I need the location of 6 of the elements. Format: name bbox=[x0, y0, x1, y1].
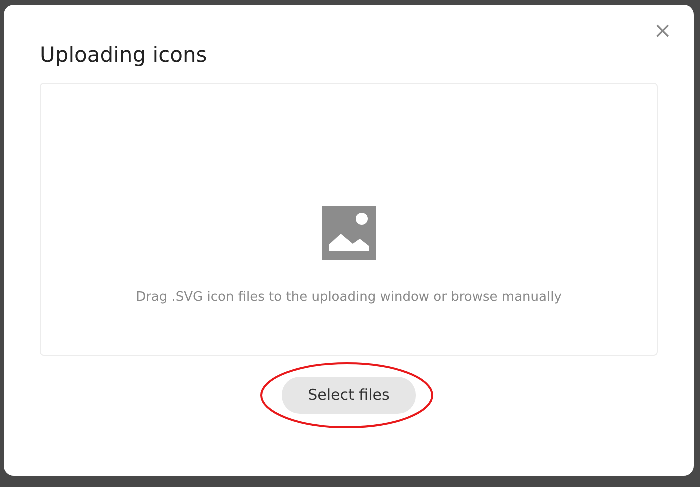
select-files-button[interactable]: Select files bbox=[282, 377, 416, 414]
dialog-title: Uploading icons bbox=[40, 43, 208, 68]
drop-hint: Drag .SVG icon files to the uploading window or browse manually bbox=[136, 289, 562, 307]
image-icon bbox=[322, 206, 376, 260]
drop-zone[interactable]: Drag .SVG icon files to the uploading window or browse manually bbox=[40, 83, 658, 356]
close-button[interactable]: × bbox=[652, 21, 674, 43]
